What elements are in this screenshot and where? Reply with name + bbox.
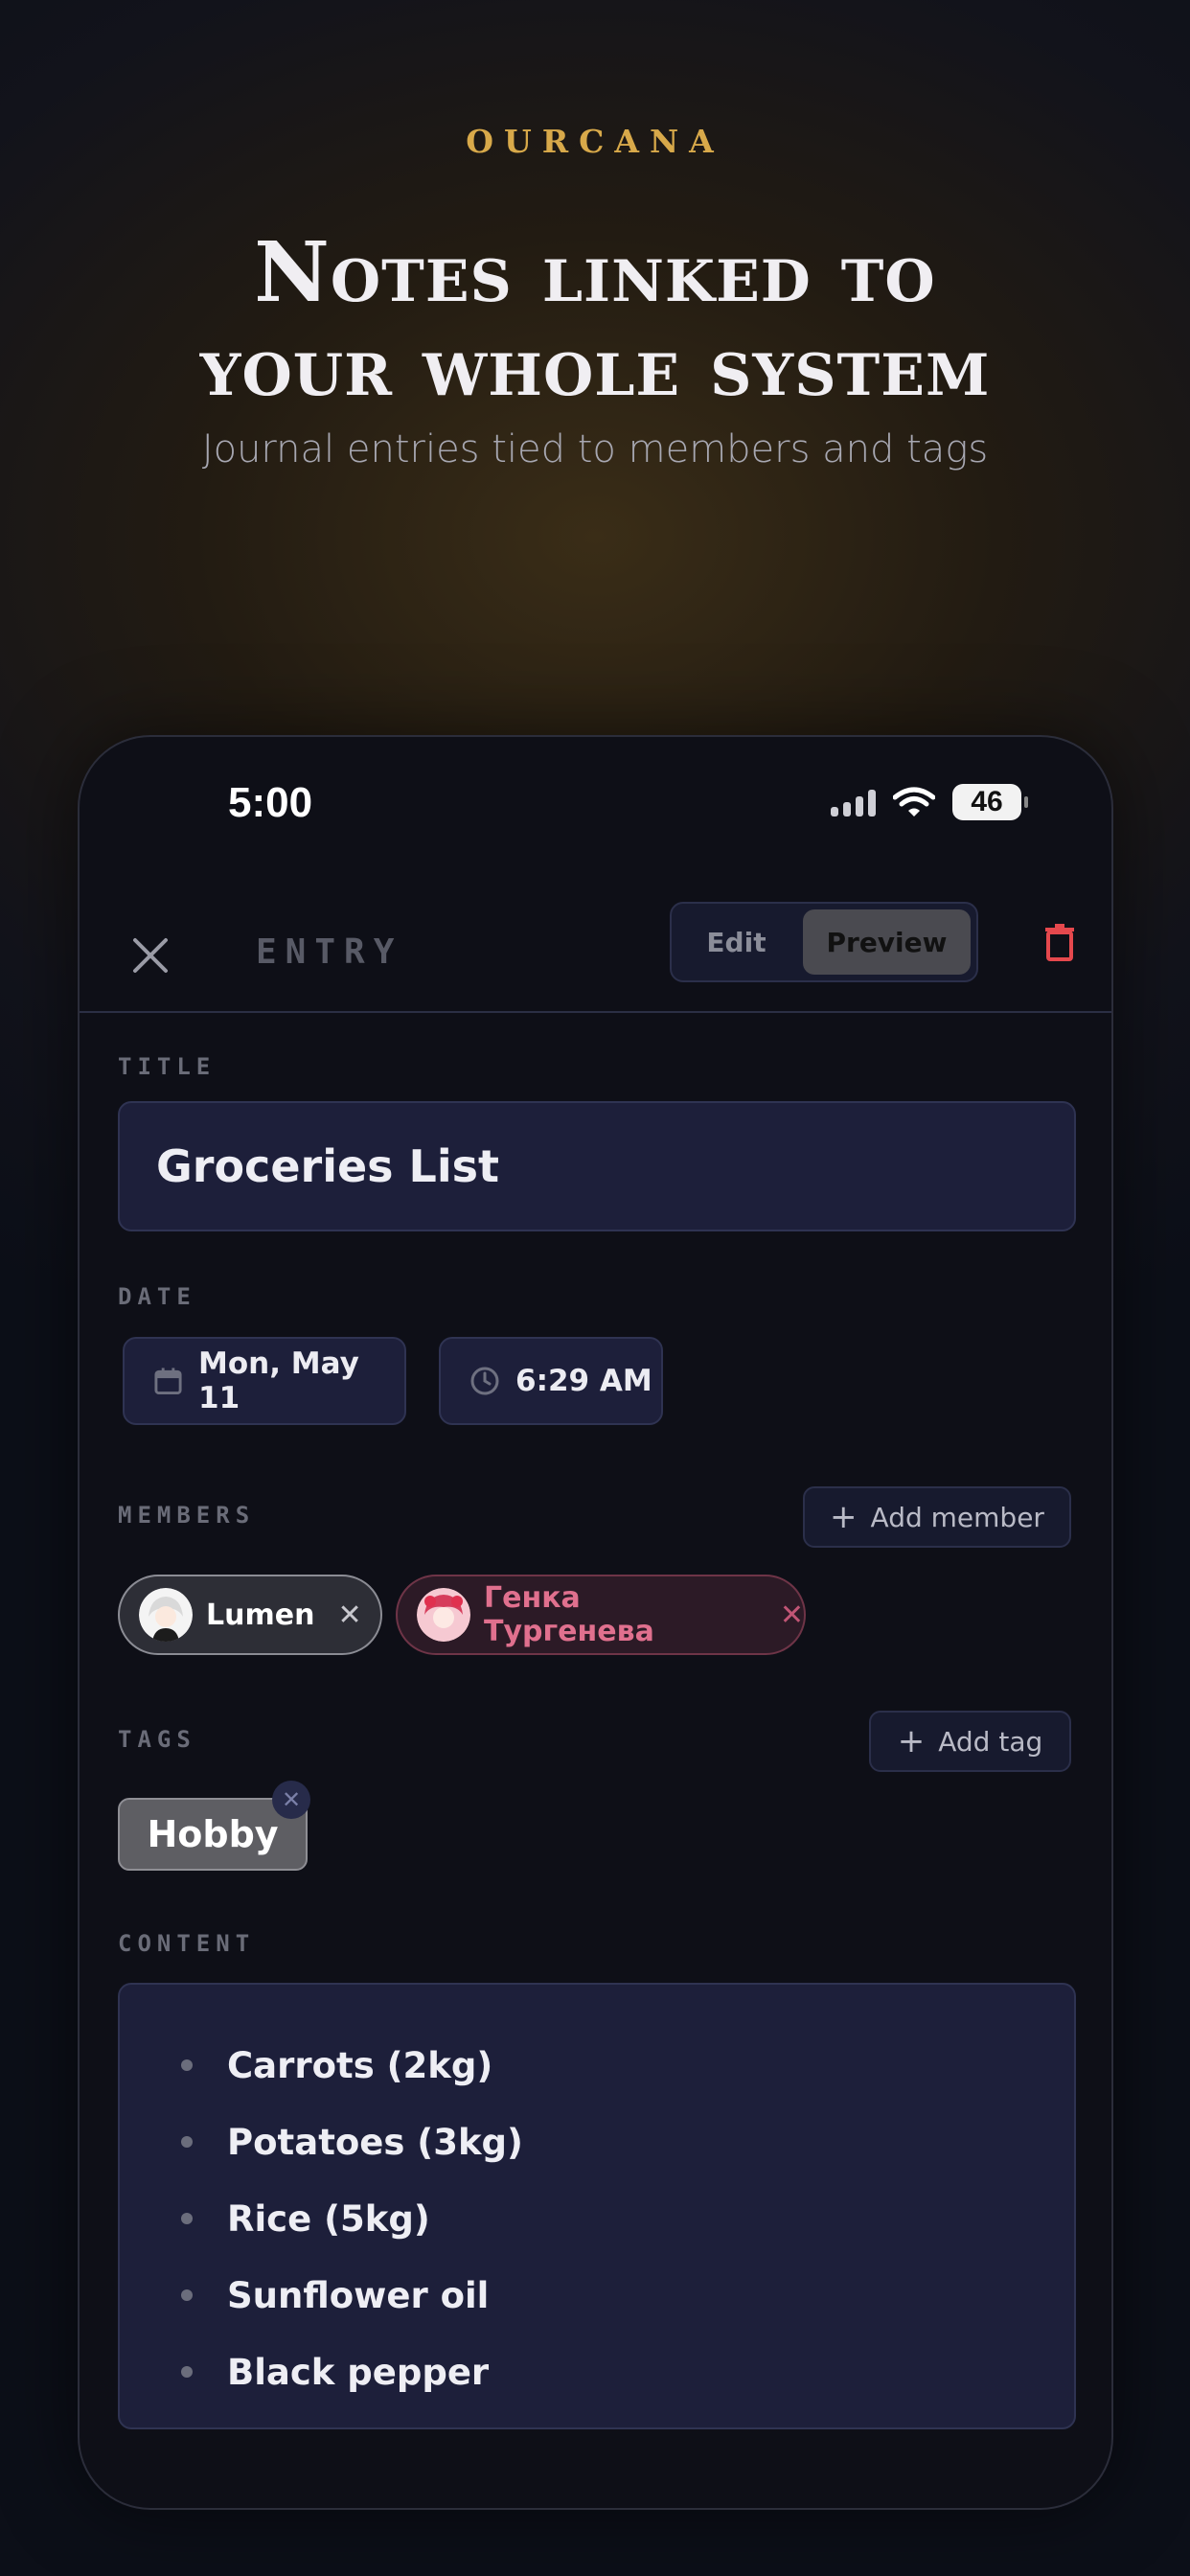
headline-line-1: Notes linked to	[254, 224, 936, 321]
list-item: Rice (5kg)	[181, 2180, 1074, 2257]
members-label: MEMBERS	[118, 1502, 256, 1529]
tags-label: TAGS	[118, 1726, 196, 1753]
preview-tab[interactable]: Preview	[803, 909, 971, 975]
list-item: Sunflower oil	[181, 2257, 1074, 2334]
avatar	[417, 1588, 470, 1642]
member-name: Генка Тургенева	[484, 1581, 654, 1648]
plus-icon: +	[830, 1498, 858, 1536]
add-member-button[interactable]: + Add member	[803, 1486, 1071, 1548]
signal-icon	[831, 788, 876, 816]
close-icon	[133, 938, 168, 973]
add-tag-label: Add tag	[938, 1725, 1043, 1758]
remove-icon[interactable]: ✕	[780, 1598, 804, 1632]
add-tag-button[interactable]: + Add tag	[869, 1711, 1071, 1772]
bullet	[181, 2366, 193, 2378]
clock-icon	[470, 1367, 499, 1395]
subhead: Journal entries tied to members and tags	[201, 427, 989, 472]
battery-icon: 46	[952, 784, 1028, 820]
delete-button[interactable]	[1036, 917, 1084, 967]
time-value: 6:29 AM	[515, 1364, 652, 1398]
bullet	[181, 2059, 193, 2071]
phone-frame: 5:00 46 ENTRY Edit Preview TITLE Groceri…	[78, 735, 1113, 2510]
status-icons: 46	[831, 783, 1028, 821]
list-item-text: Rice (5kg)	[227, 2197, 430, 2240]
wifi-icon	[893, 787, 935, 816]
list-item: Carrots (2kg)	[181, 2027, 1074, 2104]
title-field[interactable]: Groceries List	[118, 1101, 1076, 1231]
list-item-text: Black pepper	[227, 2351, 490, 2393]
edit-tab[interactable]: Edit	[672, 904, 801, 980]
remove-icon[interactable]: ✕	[337, 1598, 361, 1632]
bullet	[181, 2213, 193, 2224]
add-member-label: Add member	[870, 1501, 1044, 1533]
content-preview[interactable]: Carrots (2kg) Potatoes (3kg) Rice (5kg) …	[118, 1983, 1076, 2429]
list-item-text: Sunflower oil	[227, 2274, 490, 2316]
bullet	[181, 2136, 193, 2148]
list-item: Black pepper	[181, 2334, 1074, 2410]
page-title: ENTRY	[256, 932, 403, 972]
headline: Notes linked to your whole system	[0, 226, 1190, 414]
status-time: 5:00	[228, 779, 313, 826]
list-item-text: Potatoes (3kg)	[227, 2121, 523, 2163]
plus-icon: +	[897, 1722, 926, 1760]
date-value: Mon, May 11	[198, 1346, 359, 1415]
avatar	[139, 1588, 193, 1642]
close-button[interactable]	[122, 927, 179, 984]
list-item: Potatoes (3kg)	[181, 2104, 1074, 2180]
date-label: DATE	[118, 1283, 196, 1310]
headline-line-2: your whole system	[199, 318, 991, 415]
mode-toggle: Edit Preview	[670, 902, 978, 982]
list-item-text: Carrots (2kg)	[227, 2044, 493, 2086]
title-label: TITLE	[118, 1053, 217, 1080]
date-picker[interactable]: Mon, May 11	[123, 1337, 406, 1425]
brand-name: OURCANA	[466, 123, 724, 160]
time-picker[interactable]: 6:29 AM	[439, 1337, 663, 1425]
calendar-icon	[154, 1368, 182, 1395]
trash-icon	[1045, 924, 1074, 961]
content-label: CONTENT	[118, 1930, 256, 1957]
member-name: Lumen	[206, 1598, 315, 1632]
bullet	[181, 2289, 193, 2301]
member-chip-lumen[interactable]: Lumen ✕	[118, 1575, 382, 1655]
member-chip-genka[interactable]: Генка Тургенева ✕	[396, 1575, 806, 1655]
remove-tag-icon[interactable]: ✕	[272, 1781, 310, 1819]
